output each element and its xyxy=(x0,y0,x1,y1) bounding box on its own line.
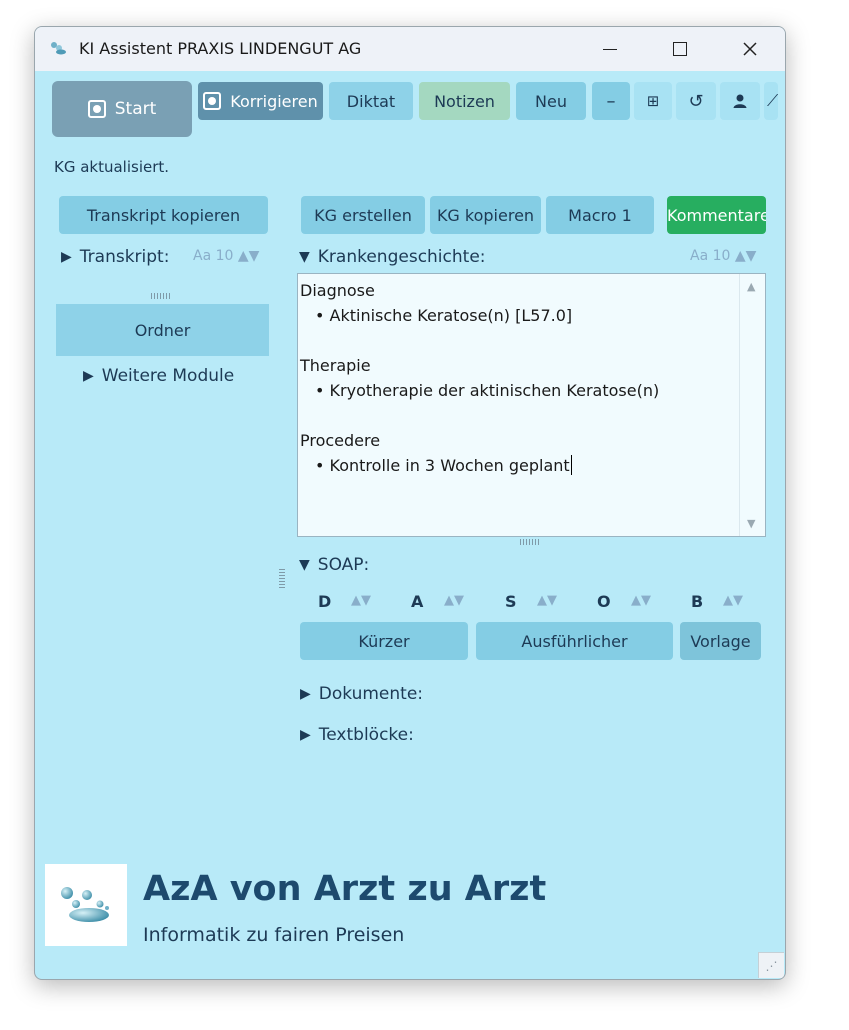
soap-d-stepper-icon[interactable]: ▲▼ xyxy=(351,593,371,608)
textbloecke-toggle[interactable]: ▶ Textblöcke: xyxy=(300,725,414,745)
soap-a-stepper-icon[interactable]: ▲▼ xyxy=(444,593,464,608)
maximize-icon xyxy=(673,42,687,56)
kg-font-control[interactable]: Aa 10 ▲▼ xyxy=(690,248,756,264)
droplets-logo-icon xyxy=(61,887,109,922)
kurzer-button[interactable]: Kürzer xyxy=(300,622,468,660)
transkript-kopieren-button[interactable]: Transkript kopieren xyxy=(59,196,268,234)
resize-grip-icon[interactable]: ⋰ xyxy=(758,952,784,978)
editor-line: Therapie xyxy=(300,356,371,375)
editor-line: Diagnose xyxy=(300,281,375,300)
minimize-icon xyxy=(603,48,617,50)
editor-line: • Aktinische Keratose(n) [L57.0] xyxy=(315,306,573,325)
soap-b-stepper-icon[interactable]: ▲▼ xyxy=(723,593,743,608)
close-icon xyxy=(743,42,757,56)
kg-erstellen-button[interactable]: KG erstellen xyxy=(301,196,425,234)
diktat-button[interactable]: Diktat xyxy=(329,82,413,120)
krankengeschichte-toggle[interactable]: ▼ Krankengeschichte: xyxy=(299,247,486,267)
weitere-module-label: Weitere Module xyxy=(101,366,235,386)
brand-subtitle: Informatik zu fairen Preisen xyxy=(143,924,405,946)
record-icon xyxy=(203,92,222,110)
krankengeschichte-editor[interactable]: Diagnose • Aktinische Keratose(n) [L57.0… xyxy=(297,273,766,537)
soap-label: SOAP: xyxy=(317,555,370,575)
transkript-toggle[interactable]: ▶ Transkript: xyxy=(61,247,169,267)
editor-scrollbar[interactable]: ▲ ▼ xyxy=(739,274,765,536)
record-icon xyxy=(87,100,106,118)
expand-triangle-icon: ▶ xyxy=(300,727,311,743)
soap-letter-b: B xyxy=(691,592,704,611)
font-size-stepper-icon[interactable]: ▲▼ xyxy=(238,248,260,264)
transkript-font-control[interactable]: Aa 10 ▲▼ xyxy=(193,248,259,264)
minimize-button[interactable] xyxy=(587,27,633,71)
scroll-down-icon[interactable]: ▼ xyxy=(747,517,755,530)
brand-logo xyxy=(45,864,127,946)
column-splitter-handle[interactable] xyxy=(279,568,285,588)
macro-button[interactable]: Macro 1 xyxy=(546,196,654,234)
maximize-button[interactable] xyxy=(657,27,703,71)
font-size-label: Aa 10 xyxy=(193,248,234,264)
editor-line-text: • Kontrolle in 3 Wochen geplant xyxy=(315,456,570,475)
text-cursor xyxy=(570,455,572,475)
ausfuhrlicher-button[interactable]: Ausführlicher xyxy=(476,622,673,660)
editor-line-last: • Kontrolle in 3 Wochen geplant xyxy=(300,453,659,478)
editor-line: • Kryotherapie der aktinischen Keratose(… xyxy=(315,381,660,400)
soap-letter-d: D xyxy=(318,592,332,611)
notizen-button[interactable]: Notizen xyxy=(419,82,510,120)
dokumente-label: Dokumente: xyxy=(318,684,424,704)
expand-triangle-icon: ▶ xyxy=(61,249,72,265)
grid-icon[interactable]: ⊞ xyxy=(634,82,672,120)
textbloecke-label: Textblöcke: xyxy=(318,725,414,745)
user-icon[interactable] xyxy=(720,82,760,120)
brand-title: AzA von Arzt zu Arzt xyxy=(143,869,547,909)
title-bar[interactable]: KI Assistent PRAXIS LINDENGUT AG xyxy=(35,27,785,71)
app-window: KI Assistent PRAXIS LINDENGUT AG Start K… xyxy=(34,26,786,980)
weitere-module-toggle[interactable]: ▶ Weitere Module xyxy=(83,366,234,386)
font-size-stepper-icon[interactable]: ▲▼ xyxy=(735,248,757,264)
transkript-label: Transkript: xyxy=(79,247,170,267)
minus-icon[interactable]: – xyxy=(592,82,630,120)
collapse-triangle-icon: ▼ xyxy=(299,557,310,573)
soap-letter-o: O xyxy=(597,592,611,611)
app-logo-icon xyxy=(51,42,66,55)
ordner-button[interactable]: Ordner xyxy=(56,304,269,356)
collapse-triangle-icon: ▼ xyxy=(299,249,310,265)
start-label: Start xyxy=(114,99,157,119)
editor-resize-handle[interactable] xyxy=(520,539,540,545)
window-title: KI Assistent PRAXIS LINDENGUT AG xyxy=(79,39,362,58)
editor-content[interactable]: Diagnose • Aktinische Keratose(n) [L57.0… xyxy=(300,278,659,478)
scroll-up-icon[interactable]: ▲ xyxy=(747,280,755,293)
soap-letter-a: A xyxy=(411,592,424,611)
close-button[interactable] xyxy=(727,27,773,71)
vorlage-button[interactable]: Vorlage xyxy=(680,622,761,660)
soap-s-stepper-icon[interactable]: ▲▼ xyxy=(537,593,557,608)
soap-toggle[interactable]: ▼ SOAP: xyxy=(299,555,369,575)
font-size-label: Aa 10 xyxy=(690,248,731,264)
more-icon[interactable]: ⟋ xyxy=(764,82,778,120)
editor-line: Procedere xyxy=(300,431,381,450)
korrigieren-button[interactable]: Korrigieren xyxy=(198,82,323,120)
expand-triangle-icon: ▶ xyxy=(300,686,311,702)
expand-triangle-icon: ▶ xyxy=(83,368,94,384)
krankengeschichte-label: Krankengeschichte: xyxy=(317,247,486,267)
neu-button[interactable]: Neu xyxy=(516,82,586,120)
kommentare-button[interactable]: Kommentare xyxy=(667,196,766,234)
soap-letter-s: S xyxy=(505,592,517,611)
splitter-handle[interactable] xyxy=(151,293,171,299)
status-text: KG aktualisiert. xyxy=(54,158,170,176)
dokumente-toggle[interactable]: ▶ Dokumente: xyxy=(300,684,423,704)
kg-kopieren-button[interactable]: KG kopieren xyxy=(430,196,541,234)
user-glyph xyxy=(733,94,747,108)
start-button[interactable]: Start xyxy=(52,81,192,137)
refresh-icon[interactable]: ↺ xyxy=(676,82,716,120)
soap-o-stepper-icon[interactable]: ▲▼ xyxy=(631,593,651,608)
korrigieren-label: Korrigieren xyxy=(230,91,318,111)
